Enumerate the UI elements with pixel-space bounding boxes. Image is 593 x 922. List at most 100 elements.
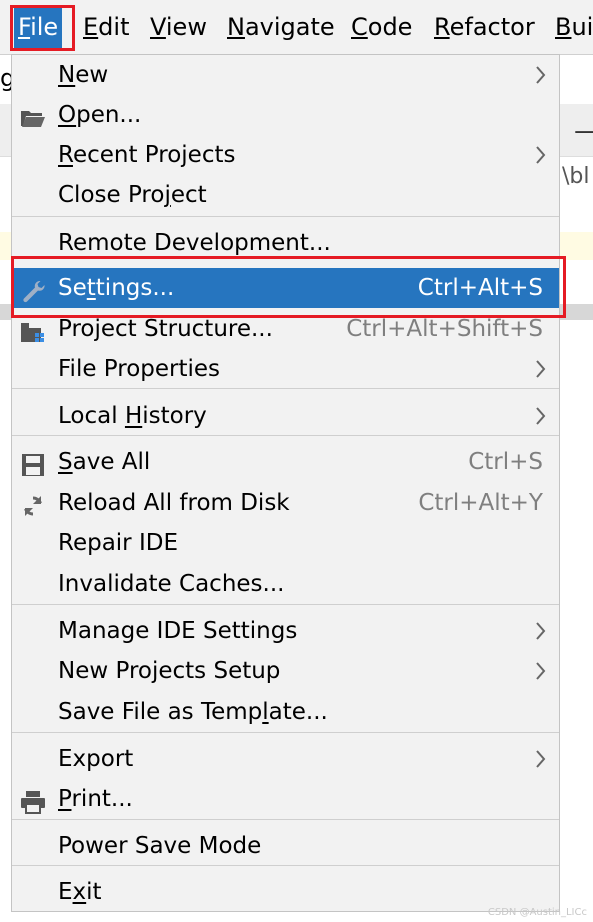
label-text: ect [170,182,207,208]
menubar-item-code[interactable]: Code [347,6,416,48]
menu-item-file-properties[interactable]: File Properties [12,349,559,389]
label-text: Se [58,275,87,301]
label-text: Local [58,403,125,429]
menu-separator [12,604,559,605]
menu-item-settings[interactable]: Settings... Ctrl+Alt+S [12,268,559,308]
folder-open-icon [20,103,46,127]
label-text: it [86,879,102,905]
label-text: Close Pro [58,182,165,208]
menubar-label-rest: iew [165,13,207,41]
menu-item-label: Project Structure... [58,309,273,349]
menubar-item-file[interactable]: File [14,6,63,48]
chevron-right-icon [533,349,549,389]
menu-item-project-structure[interactable]: Project Structure... Ctrl+Alt+Shift+S [12,309,559,349]
menubar-label-rest: ile [30,13,59,41]
chevron-right-icon [533,396,549,436]
project-structure-icon [20,317,46,342]
menu-item-label: Recent Projects [58,135,235,175]
print-icon [20,787,46,814]
label-text: Power Save Mode [58,833,262,859]
menu-item-open[interactable]: Open... [12,95,559,135]
label-text: pen... [76,102,142,128]
shortcut-label: Ctrl+Alt+Shift+S [346,316,543,342]
menu-item-reload-all-from-disk[interactable]: Reload All from Disk Ctrl+Alt+Y [12,483,559,523]
menu-item-label: Close Project [58,175,207,215]
menu-separator [12,216,559,217]
menubar-mnemonic: E [83,13,99,41]
menu-item-remote-development[interactable]: Remote Development... [12,223,559,263]
menu-item-label: Reload All from Disk [58,483,290,523]
reload-icon [20,491,46,516]
background-path-fragment: \bl [562,164,590,189]
menubar-item-navigate[interactable]: Navigate [223,6,339,48]
menubar-item-view[interactable]: View [146,6,211,48]
menubar-item-refactor[interactable]: Refactor [430,6,539,48]
label-text: New Projects Setup [58,658,281,684]
menu-item-close-project[interactable]: Close Project [12,175,559,215]
menu-item-manage-ide-settings[interactable]: Manage IDE Settings [12,611,559,651]
shortcut-label: Ctrl+S [468,449,543,475]
menubar-label-rest: ode [367,13,413,41]
label-text: Remote Development... [58,230,331,256]
menubar-label-rest: ui [571,13,593,41]
label-text: ate... [268,699,328,725]
label-text: tings... [95,275,175,301]
label-text: Export [58,746,134,772]
shortcut-label: Ctrl+Alt+Y [418,490,543,516]
menubar-mnemonic: B [555,13,572,41]
label-text: ave All [72,449,151,475]
mnemonic-letter: N [58,62,76,88]
menubar-mnemonic: R [434,13,450,41]
mnemonic-letter: R [58,142,73,168]
menubar-item-bui[interactable]: Bui [551,6,593,48]
menu-item-label: Save File as Template... [58,692,328,732]
chevron-right-icon [533,611,549,651]
menubar-mnemonic: N [227,13,245,41]
menu-item-label: New Projects Setup [58,651,280,691]
menu-item-label: New [58,55,108,95]
label-text: Invalidate Caches... [58,571,285,597]
menu-item-invalidate-caches[interactable]: Invalidate Caches... [12,564,559,604]
menu-item-save-file-as-template[interactable]: Save File as Template... [12,692,559,732]
menu-item-save-all[interactable]: Save All Ctrl+S [12,442,559,482]
menu-item-label: Repair IDE [58,523,178,563]
shortcut-label: Ctrl+Alt+S [417,275,543,301]
mnemonic-letter: H [124,403,143,429]
menu-item-export[interactable]: Export [12,739,559,779]
menubar-label-rest: efactor [449,13,535,41]
menubar-mnemonic: V [150,13,166,41]
menu-separator [12,732,559,733]
label-text: ecent Projects [72,142,236,168]
menu-item-label: Power Save Mode [58,826,261,866]
label-text: istory [142,403,207,429]
menu-item-repair-ide[interactable]: Repair IDE [12,523,559,563]
watermark: CSDN @Austin_LICc [487,907,587,918]
menu-item-exit[interactable]: Exit [12,872,559,912]
menu-item-recent-projects[interactable]: Recent Projects [12,135,559,175]
save-icon [20,450,46,476]
menu-separator [12,819,559,820]
menu-item-label: Print... [58,779,133,819]
menu-item-label: Exit [58,872,102,912]
chevron-right-icon [533,651,549,691]
label-text: ew [75,62,109,88]
file-menu-popup: New Open... Recent Projects Close Project Re… [11,54,560,912]
chevron-right-icon [533,739,549,779]
label-text: E [58,879,73,905]
menu-item-print[interactable]: Print... [12,779,559,819]
menu-item-new-projects-setup[interactable]: New Projects Setup [12,651,559,691]
menubar-label-rest: avigate [244,13,335,41]
menubar-mnemonic: F [18,13,31,41]
menu-item-label: File Properties [58,349,220,389]
menu-item-power-save-mode[interactable]: Power Save Mode [12,826,559,866]
mnemonic-letter: S [58,449,73,475]
label-text: Reload All from Disk [58,490,290,516]
label-text: Manage IDE Settings [58,618,298,644]
menubar-label-rest: dit [98,13,130,41]
menu-item-local-history[interactable]: Local History [12,396,559,436]
mnemonic-letter: O [58,102,77,128]
mnemonic-letter: t [86,275,96,301]
menu-item-new[interactable]: New [12,55,559,95]
menubar-item-edit[interactable]: Edit [79,6,133,48]
menubar-mnemonic: C [351,13,368,41]
